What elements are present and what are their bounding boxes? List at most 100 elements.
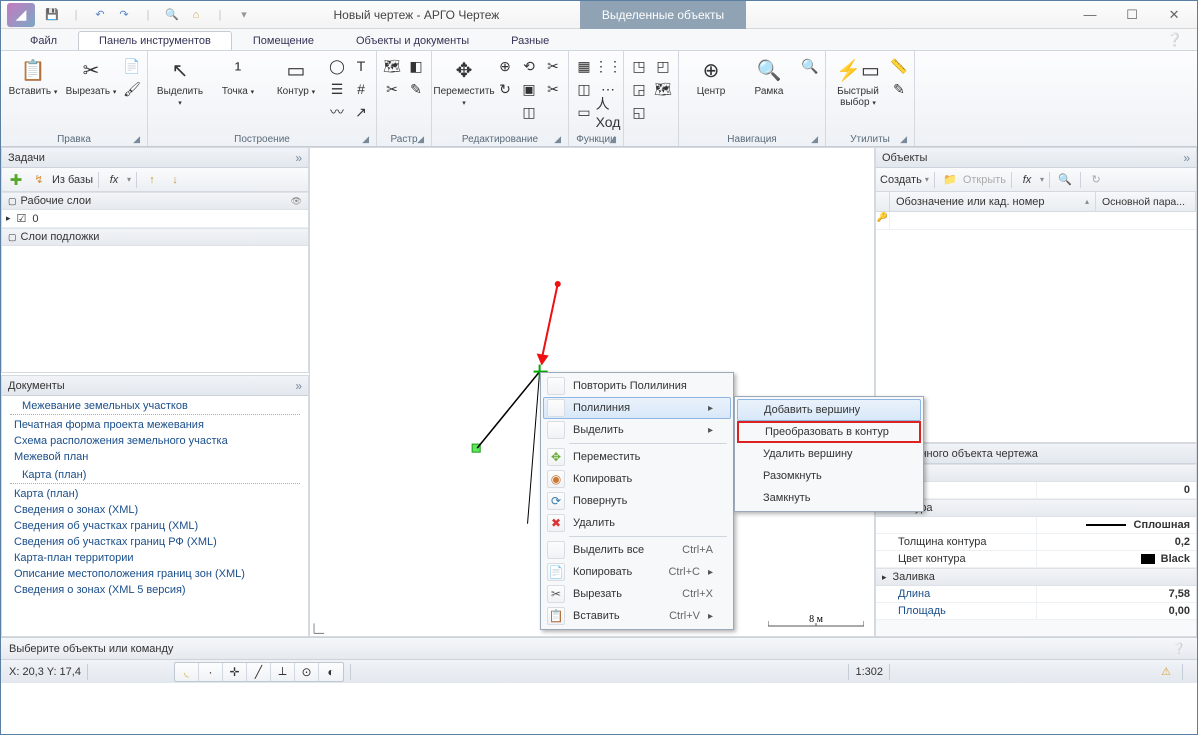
- home-icon[interactable]: ⌂: [187, 6, 205, 24]
- ribbon-small-icon[interactable]: [888, 101, 910, 123]
- context-menu-item[interactable]: ✥Переместить: [543, 446, 731, 468]
- snap-midpoint-icon[interactable]: ◐: [319, 663, 343, 681]
- prop-section[interactable]: ▾контура: [876, 499, 1196, 517]
- ribbon-small-icon[interactable]: [405, 101, 427, 123]
- add-icon[interactable]: ✚: [6, 170, 26, 190]
- quick-select-icon[interactable]: ⚡▭Быстрый выбор ▾: [830, 53, 886, 112]
- ribbon-small-icon[interactable]: 🗺: [381, 55, 403, 77]
- contextual-tab[interactable]: Выделенные объекты: [580, 1, 746, 29]
- doc-item[interactable]: Межевой план: [2, 449, 308, 465]
- ribbon-small-icon[interactable]: [494, 101, 516, 123]
- ribbon-small-icon[interactable]: ◲: [628, 78, 650, 100]
- ribbon-small-icon[interactable]: [542, 101, 564, 123]
- doc-item[interactable]: Сведения об участках границ РФ (XML): [2, 534, 308, 550]
- ribbon-small-icon[interactable]: ◧: [405, 55, 427, 77]
- doc-item[interactable]: Описание местоположения границ зон (XML): [2, 566, 308, 582]
- ribbon-small-icon[interactable]: ↗: [350, 101, 372, 123]
- move-icon[interactable]: ✥Переместить ▾: [436, 53, 492, 112]
- ribbon-small-icon[interactable]: 🗺: [652, 78, 674, 100]
- submenu-item[interactable]: Добавить вершину: [737, 399, 921, 421]
- ribbon-small-icon[interactable]: ⊕: [494, 55, 516, 77]
- context-menu-item[interactable]: Выделить▸: [543, 419, 731, 441]
- minimize-button[interactable]: —: [1079, 7, 1101, 23]
- from-base-label[interactable]: Из базы: [52, 174, 93, 186]
- ribbon-small-icon[interactable]: ◱: [628, 101, 650, 123]
- col-designation[interactable]: Обозначение или кад. номер▴: [890, 192, 1096, 211]
- cut-icon[interactable]: ✂Вырезать ▾: [63, 53, 119, 101]
- polyline-submenu[interactable]: Добавить вершинуПреобразовать в контурУд…: [734, 396, 924, 512]
- close-button[interactable]: ✕: [1163, 7, 1185, 23]
- ribbon-small-icon[interactable]: ✎: [888, 78, 910, 100]
- prop-row[interactable]: Сплошная: [876, 517, 1196, 534]
- doc-item[interactable]: Схема расположения земельного участка: [2, 433, 308, 449]
- ribbon-small-icon[interactable]: ◳: [628, 55, 650, 77]
- prop-row[interactable]: Площадь0,00: [876, 603, 1196, 620]
- snap-center-icon[interactable]: ⊙: [295, 663, 319, 681]
- ribbon-small-icon[interactable]: ✂: [542, 78, 564, 100]
- down-icon[interactable]: ↓: [165, 170, 185, 190]
- qat-dropdown-icon[interactable]: ▾: [235, 6, 253, 24]
- create-button[interactable]: Создать: [880, 174, 922, 186]
- app-logo-icon[interactable]: ◢: [7, 3, 35, 27]
- submenu-item[interactable]: Преобразовать в контур: [737, 421, 921, 443]
- ribbon-small-icon[interactable]: ☰: [326, 78, 348, 100]
- context-menu-item[interactable]: 📄КопироватьCtrl+C▸: [543, 561, 731, 583]
- ribbon-small-icon[interactable]: ▭: [573, 101, 595, 123]
- drawing-canvas[interactable]: 8 м Повторить ПолилинияПолилиния▸Выделит…: [309, 147, 875, 637]
- ribbon-small-icon[interactable]: 人 Ход: [597, 101, 619, 123]
- context-menu-item[interactable]: Выделить всеCtrl+A: [543, 539, 731, 561]
- doc-group-header[interactable]: Межевание земельных участков: [10, 398, 300, 415]
- context-menu-item[interactable]: Повторить Полилиния: [543, 375, 731, 397]
- ribbon-small-icon[interactable]: ▦: [573, 55, 595, 77]
- save-icon[interactable]: 💾: [43, 6, 61, 24]
- ribbon-small-icon[interactable]: [652, 101, 674, 123]
- tab-room[interactable]: Помещение: [232, 31, 335, 50]
- prop-row[interactable]: Толщина контура0,2: [876, 534, 1196, 551]
- ribbon-small-icon[interactable]: ⋮⋮: [597, 55, 619, 77]
- paste-icon[interactable]: 📋Вставить ▾: [5, 53, 61, 101]
- folder-icon[interactable]: 📁: [940, 170, 960, 190]
- snap-nearest-icon[interactable]: ╱: [247, 663, 271, 681]
- fx-icon[interactable]: fx: [1017, 170, 1037, 190]
- property-grid[interactable]: ▾ния0▾контураСплошнаяТолщина контура0,2Ц…: [876, 464, 1196, 620]
- context-menu-item[interactable]: ◉Копировать: [543, 468, 731, 490]
- documents-panel-header[interactable]: Документы »: [2, 376, 308, 396]
- context-menu-item[interactable]: ⟳Повернуть: [543, 490, 731, 512]
- snap-endpoint-icon[interactable]: ◟: [175, 663, 199, 681]
- doc-item[interactable]: Сведения о зонах (XML 5 версия): [2, 582, 308, 598]
- properties-header[interactable]: выделенного объекта чертежа: [876, 444, 1196, 464]
- snap-perpendicular-icon[interactable]: ⟂: [271, 663, 295, 681]
- undo-icon[interactable]: ↶: [91, 6, 109, 24]
- ribbon-small-icon[interactable]: 🔍: [799, 55, 821, 77]
- collapse-icon[interactable]: »: [295, 379, 302, 393]
- context-menu-item[interactable]: Полилиния▸: [543, 397, 731, 419]
- warning-icon[interactable]: ⚠: [1156, 662, 1176, 682]
- ribbon-small-icon[interactable]: ◫: [518, 101, 540, 123]
- point-icon[interactable]: ¹Точка ▾: [210, 53, 266, 101]
- select-icon[interactable]: ↖Выделить ▾: [152, 53, 208, 112]
- documents-list[interactable]: Межевание земельных участков Печатная фор…: [2, 396, 308, 636]
- prop-section[interactable]: ▾ния: [876, 464, 1196, 482]
- collapse-icon[interactable]: »: [295, 151, 302, 165]
- tab-misc[interactable]: Разные: [490, 31, 570, 50]
- ribbon-small-icon[interactable]: ◯: [326, 55, 348, 77]
- tab-objects[interactable]: Объекты и документы: [335, 31, 490, 50]
- ribbon-small-icon[interactable]: ✂: [381, 78, 403, 100]
- submenu-item[interactable]: Замкнуть: [737, 487, 921, 509]
- context-menu[interactable]: Повторить ПолилинияПолилиния▸Выделить▸ ✥П…: [540, 372, 734, 630]
- prop-row[interactable]: 0: [876, 482, 1196, 499]
- frame-icon[interactable]: 🔍Рамка: [741, 53, 797, 100]
- context-menu-item[interactable]: ✂ВырезатьCtrl+X: [543, 583, 731, 605]
- objects-panel-header[interactable]: Объекты »: [876, 148, 1196, 168]
- lightning-icon[interactable]: ↯: [29, 170, 49, 190]
- ribbon-small-icon[interactable]: [381, 101, 403, 123]
- contour-icon[interactable]: ▭Контур ▾: [268, 53, 324, 101]
- col-param[interactable]: Основной пара...: [1096, 192, 1196, 211]
- refresh-icon[interactable]: ↻: [1086, 170, 1106, 190]
- doc-item[interactable]: Сведения об участках границ (XML): [2, 518, 308, 534]
- tasks-panel-header[interactable]: Задачи »: [2, 148, 308, 168]
- prop-row[interactable]: Цвет контураBlack: [876, 551, 1196, 568]
- doc-item[interactable]: Печатная форма проекта межевания: [2, 417, 308, 433]
- collapse-icon[interactable]: »: [1183, 151, 1190, 165]
- snap-point-icon[interactable]: ·: [199, 663, 223, 681]
